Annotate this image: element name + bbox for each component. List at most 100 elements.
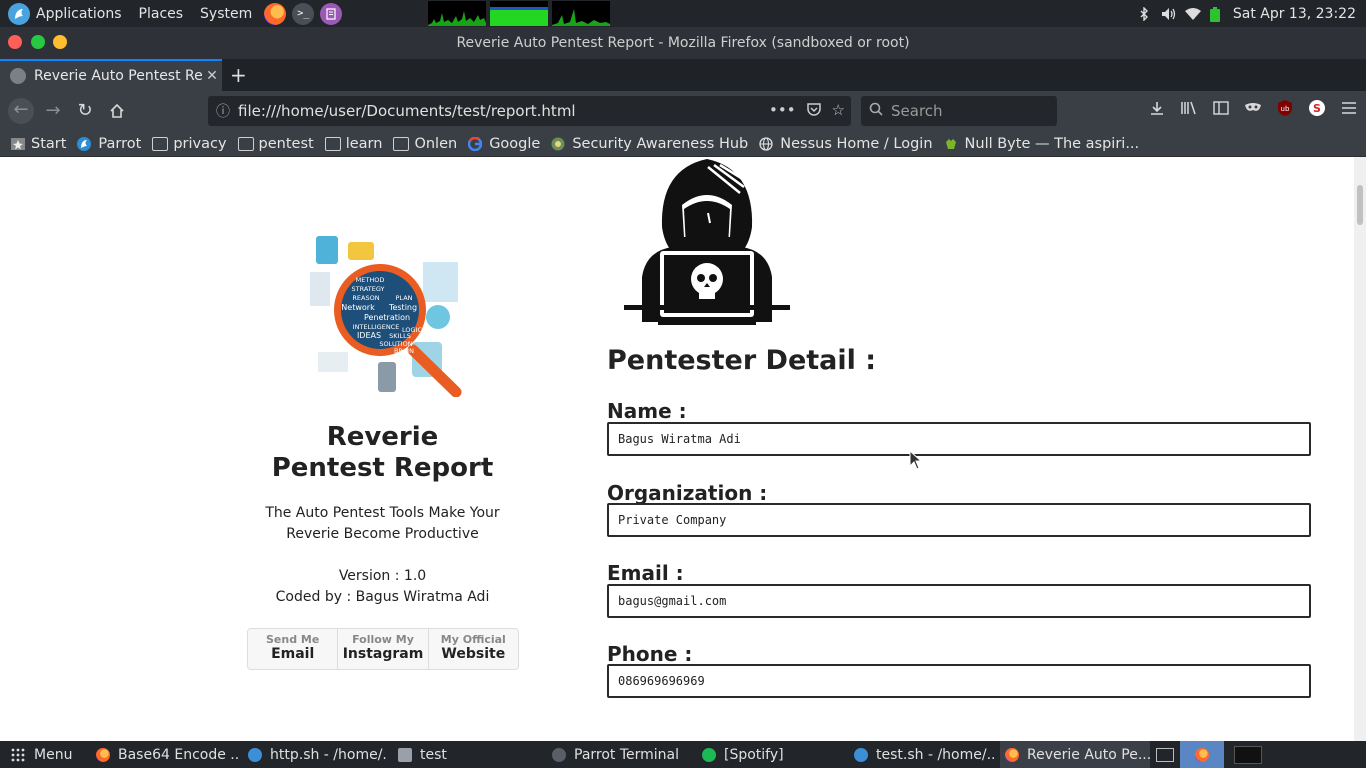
folder-icon: [398, 747, 412, 762]
system-panel: Applications Places System >_ Sat Apr 13…: [0, 0, 1366, 27]
bookmark-start[interactable]: Start: [10, 136, 66, 152]
organization-label: Organization :: [607, 481, 768, 505]
library-icon[interactable]: [1180, 99, 1198, 117]
firefox-icon: [1195, 747, 1209, 762]
email-label: Email :: [607, 561, 684, 585]
page-actions-icon[interactable]: •••: [769, 101, 796, 121]
bookmark-security-awareness-hub[interactable]: Security Awareness Hub: [551, 136, 748, 152]
page-info-icon[interactable]: ⓘ: [208, 101, 238, 121]
taskbar-task-test-sh[interactable]: test.sh - /home/...: [854, 741, 994, 768]
window-titlebar[interactable]: Reverie Auto Pentest Report - Mozilla Fi…: [0, 27, 1366, 59]
bookmark-nessus[interactable]: Nessus Home / Login: [759, 136, 933, 152]
close-tab-icon[interactable]: ✕: [202, 68, 222, 84]
url-bar[interactable]: ⓘ file:///home/user/Documents/test/repor…: [208, 96, 851, 126]
firefox-launcher-icon[interactable]: [264, 2, 287, 25]
version-info: Version : 1.0 Coded by : Bagus Wiratma A…: [227, 566, 538, 608]
name-field[interactable]: [607, 422, 1311, 456]
taskbar-task-terminal[interactable]: Parrot Terminal: [552, 741, 682, 768]
shield-icon: [551, 137, 567, 151]
memory-graph: [490, 1, 548, 26]
search-icon: [861, 102, 891, 120]
wifi-icon[interactable]: [1184, 7, 1201, 21]
taskbar-task-base64[interactable]: Base64 Encode ...: [96, 741, 238, 768]
reload-button[interactable]: ↻: [73, 99, 97, 123]
home-button[interactable]: [105, 99, 129, 123]
email-button[interactable]: Send Me Email: [248, 629, 339, 669]
bookmark-null-byte[interactable]: Null Byte — The aspiri...: [944, 136, 1139, 152]
workspace-2[interactable]: [1180, 741, 1224, 768]
tab-reverie-report[interactable]: Reverie Auto Pentest Report ✕: [0, 59, 222, 91]
app-grid-icon: [11, 748, 25, 761]
extension-s-icon[interactable]: S: [1308, 99, 1326, 117]
sidebar-icon[interactable]: [1212, 99, 1230, 117]
terminal-launcher-icon[interactable]: >_: [292, 2, 315, 25]
parrot-logo-icon[interactable]: [8, 2, 30, 25]
brand-title-line2: Pentest Report: [271, 453, 494, 483]
workspace-1[interactable]: [1156, 741, 1178, 768]
pentest-illustration: METHOD STRATEGY REASON PLAN Network Test…: [308, 232, 463, 398]
ublock-origin-icon[interactable]: ub: [1276, 99, 1294, 117]
organization-field[interactable]: [607, 503, 1311, 537]
firefox-icon: [1005, 747, 1019, 762]
magnifier-word: REASON: [352, 294, 379, 302]
window-title: Reverie Auto Pentest Report - Mozilla Fi…: [456, 35, 910, 51]
tab-favicon-icon: [10, 68, 26, 84]
taskbar-menu-button[interactable]: Menu: [10, 741, 72, 768]
svg-text:S: S: [1313, 102, 1321, 115]
website-button[interactable]: My Official Website: [429, 629, 518, 669]
workspace-3[interactable]: [1230, 741, 1266, 768]
taskbar-task-reverie[interactable]: Reverie Auto Pe...: [1000, 741, 1150, 768]
places-menu[interactable]: Places: [139, 6, 184, 22]
volume-icon[interactable]: [1161, 7, 1176, 21]
forward-button[interactable]: →: [41, 99, 65, 123]
scrollbar-thumb[interactable]: [1357, 185, 1363, 225]
search-bar[interactable]: Search: [861, 96, 1057, 126]
battery-icon[interactable]: [1209, 6, 1223, 22]
bookmark-folder-privacy[interactable]: privacy: [152, 136, 227, 152]
bookmark-parrot[interactable]: Parrot: [77, 136, 141, 152]
magnifier-word: STRATEGY: [351, 285, 384, 293]
taskbar-task-http-sh[interactable]: http.sh - /home/...: [248, 741, 388, 768]
email-field[interactable]: [607, 584, 1311, 618]
bookmark-folder-onlen[interactable]: Onlen: [393, 136, 457, 152]
taskbar: Menu Base64 Encode ... http.sh - /home/.…: [0, 741, 1366, 768]
bookmark-folder-pentest[interactable]: pentest: [237, 136, 314, 152]
bookmark-google[interactable]: Google: [467, 136, 540, 152]
new-tab-button[interactable]: +: [230, 63, 247, 87]
page-content: METHOD STRATEGY REASON PLAN Network Test…: [0, 157, 1354, 741]
brand-title-line1: Reverie: [326, 422, 439, 452]
terminal-thumb-icon: [1234, 745, 1262, 764]
magnifier-word: BRAIN: [394, 347, 414, 355]
bluetooth-icon[interactable]: [1137, 5, 1151, 22]
taskbar-task-spotify[interactable]: [Spotify]: [702, 741, 786, 768]
toolbar-icons: ub S: [1148, 99, 1358, 117]
taskbar-task-test-folder[interactable]: test: [398, 741, 458, 768]
clock[interactable]: Sat Apr 13, 23:22: [1233, 6, 1356, 22]
bookmarks-toolbar: Start Parrot privacy pentest learn Onlen…: [0, 131, 1366, 157]
text-editor-launcher-icon[interactable]: [320, 2, 343, 25]
folder-icon: [324, 136, 341, 151]
instagram-button[interactable]: Follow My Instagram: [338, 629, 429, 669]
name-label: Name :: [607, 399, 687, 423]
brand-title: Reverie Pentest Report: [247, 422, 518, 484]
url-text[interactable]: file:///home/user/Documents/test/report.…: [238, 102, 576, 120]
downloads-icon[interactable]: [1148, 99, 1166, 117]
system-menu[interactable]: System: [200, 6, 252, 22]
extension-mask-icon[interactable]: [1244, 99, 1262, 117]
tab-label: Reverie Auto Pentest Report: [34, 68, 202, 84]
folder-icon: [393, 136, 410, 151]
phone-field[interactable]: [607, 664, 1311, 698]
applications-menu[interactable]: Applications: [36, 6, 122, 22]
page-scrollbar[interactable]: [1354, 157, 1366, 741]
network-graph: [552, 1, 610, 26]
bookmark-star-icon[interactable]: ☆: [832, 101, 845, 121]
bookmark-folder-learn[interactable]: learn: [324, 136, 382, 152]
editor-icon: [854, 747, 868, 762]
pocket-icon[interactable]: [806, 101, 822, 121]
back-button[interactable]: ←: [8, 98, 34, 124]
magnifier-word: PLAN: [396, 294, 413, 302]
hamburger-menu-icon[interactable]: [1340, 99, 1358, 117]
phone-label: Phone :: [607, 642, 693, 666]
hacker-illustration: [622, 157, 792, 329]
system-tray: Sat Apr 13, 23:22: [1137, 0, 1366, 27]
